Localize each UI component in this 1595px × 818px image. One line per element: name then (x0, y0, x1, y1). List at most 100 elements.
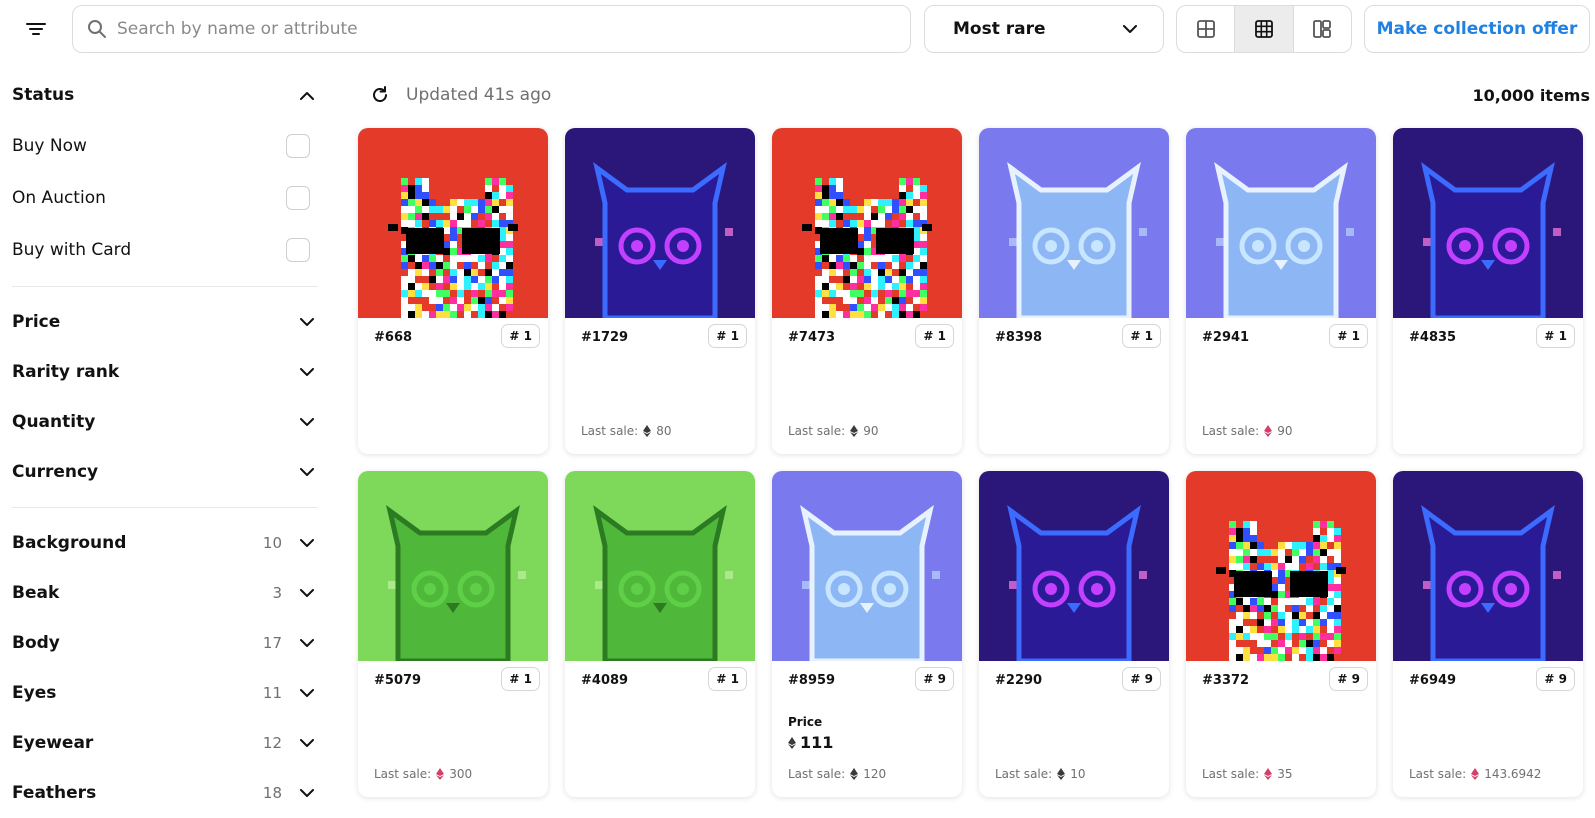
nft-card[interactable]: #1729 # 1 Last sale: 80 (565, 128, 755, 454)
last-sale: Last sale: 90 (788, 424, 878, 438)
trait-filter-beak[interactable]: Beak 3 (12, 568, 318, 618)
trait-name: Eyewear (12, 733, 94, 753)
last-sale-amount: 80 (656, 424, 672, 438)
rarity-rank-badge: # 1 (915, 324, 954, 348)
nft-card[interactable]: #2290 # 9 Last sale: 10 (979, 471, 1169, 797)
trait-filter-body[interactable]: Body 17 (12, 618, 318, 668)
trait-name: Body (12, 633, 60, 653)
search-input[interactable] (117, 19, 877, 39)
buy-with-card-checkbox[interactable] (286, 238, 310, 262)
nft-image[interactable] (1393, 128, 1583, 318)
view-mosaic-button[interactable] (1294, 6, 1351, 52)
buy-now-checkbox[interactable] (286, 134, 310, 158)
nft-image[interactable] (772, 128, 962, 318)
nft-card[interactable]: #6949 # 9 Last sale: 143.6942 (1393, 471, 1583, 797)
trait-filter-eyes[interactable]: Eyes 11 (12, 668, 318, 718)
trait-filter-background[interactable]: Background 10 (12, 518, 318, 568)
trait-count: 12 (262, 734, 282, 752)
trait-count: 18 (262, 784, 282, 802)
nft-card[interactable]: #3372 # 9 Last sale: 35 (1186, 471, 1376, 797)
trait-name: Beak (12, 583, 60, 603)
option-label: On Auction (12, 188, 106, 208)
make-collection-offer-button[interactable]: Make collection offer (1364, 5, 1590, 53)
filter-section-currency[interactable]: Currency (12, 447, 318, 497)
status-option-on-auction[interactable]: On Auction (12, 172, 318, 224)
nft-image[interactable] (1186, 471, 1376, 661)
nft-image[interactable] (565, 128, 755, 318)
nft-name: #8398 (995, 330, 1043, 345)
price-label: Price (788, 715, 823, 729)
chevron-down-icon (296, 361, 318, 383)
view-toggle-group (1176, 5, 1352, 53)
eth-icon (788, 736, 796, 749)
last-sale-label: Last sale: (788, 424, 846, 438)
sort-dropdown[interactable]: Most rare (924, 5, 1164, 53)
weth-icon (1264, 425, 1273, 437)
item-grid: #668 # 1 #1729 # 1 Last sale: 80 #7473 # 1 Last … (358, 128, 1590, 797)
filter-section-price[interactable]: Price (12, 297, 318, 347)
rarity-rank-badge: # 9 (915, 667, 954, 691)
rarity-rank-badge: # 1 (501, 667, 540, 691)
updated-time: Updated 41s ago (406, 85, 552, 105)
nft-card[interactable]: #668 # 1 (358, 128, 548, 454)
nft-name: #668 (374, 330, 413, 345)
section-title: Quantity (12, 412, 96, 432)
trait-name: Eyes (12, 683, 57, 703)
trait-filter-feathers[interactable]: Feathers 18 (12, 768, 318, 818)
filter-section-quantity[interactable]: Quantity (12, 397, 318, 447)
refresh-icon[interactable] (370, 85, 390, 105)
on-auction-checkbox[interactable] (286, 186, 310, 210)
status-option-buy-with-card[interactable]: Buy with Card (12, 224, 318, 276)
filter-section-rarity-rank[interactable]: Rarity rank (12, 347, 318, 397)
nft-card[interactable]: #8398 # 1 (979, 128, 1169, 454)
last-sale-amount: 90 (1277, 424, 1293, 438)
trait-filter-eyewear[interactable]: Eyewear 12 (12, 718, 318, 768)
divider (12, 507, 318, 508)
eth-icon (850, 425, 859, 437)
nft-image[interactable] (1393, 471, 1583, 661)
last-sale-label: Last sale: (1202, 767, 1260, 781)
chevron-up-icon (296, 84, 318, 106)
last-sale: Last sale: 120 (788, 767, 886, 781)
price-value: 111 (788, 733, 833, 752)
view-large-grid-button[interactable] (1177, 6, 1236, 52)
nft-card[interactable]: #5079 # 1 Last sale: 300 (358, 471, 548, 797)
option-label: Buy with Card (12, 240, 132, 260)
nft-image[interactable] (358, 471, 548, 661)
nft-name: #4835 (1409, 330, 1457, 345)
nft-card[interactable]: #4835 # 1 (1393, 128, 1583, 454)
nft-name: #1729 (581, 330, 629, 345)
last-sale: Last sale: 90 (1202, 424, 1292, 438)
nft-image[interactable] (979, 471, 1169, 661)
trait-name: Feathers (12, 783, 97, 803)
last-sale-label: Last sale: (1202, 424, 1260, 438)
nft-image[interactable] (979, 128, 1169, 318)
chevron-down-icon (296, 582, 318, 604)
price-amount: 111 (800, 733, 834, 752)
status-section-header[interactable]: Status (12, 70, 318, 120)
status-option-buy-now[interactable]: Buy Now (12, 120, 318, 172)
nft-image[interactable] (1186, 128, 1376, 318)
results-status-bar: Updated 41s ago 10,000 items (370, 78, 1590, 112)
nft-card[interactable]: #8959 # 9 Price 111 Last sale: 120 (772, 471, 962, 797)
last-sale-amount: 10 (1070, 767, 1086, 781)
grid-small-icon (1255, 20, 1273, 38)
nft-image[interactable] (565, 471, 755, 661)
nft-name: #2290 (995, 673, 1043, 688)
nft-card[interactable]: #2941 # 1 Last sale: 90 (1186, 128, 1376, 454)
last-sale-amount: 35 (1277, 767, 1293, 781)
rarity-rank-badge: # 9 (1122, 667, 1161, 691)
nft-image[interactable] (772, 471, 962, 661)
section-title: Currency (12, 462, 99, 482)
weth-icon (436, 768, 445, 780)
search-box[interactable] (72, 5, 911, 53)
last-sale-label: Last sale: (374, 767, 432, 781)
rarity-rank-badge: # 1 (708, 667, 747, 691)
nft-card[interactable]: #7473 # 1 Last sale: 90 (772, 128, 962, 454)
chevron-down-icon (296, 532, 318, 554)
view-small-grid-button[interactable] (1235, 6, 1294, 52)
last-sale-amount: 300 (449, 767, 473, 781)
nft-card[interactable]: #4089 # 1 (565, 471, 755, 797)
filter-toggle-button[interactable] (20, 14, 52, 44)
nft-image[interactable] (358, 128, 548, 318)
